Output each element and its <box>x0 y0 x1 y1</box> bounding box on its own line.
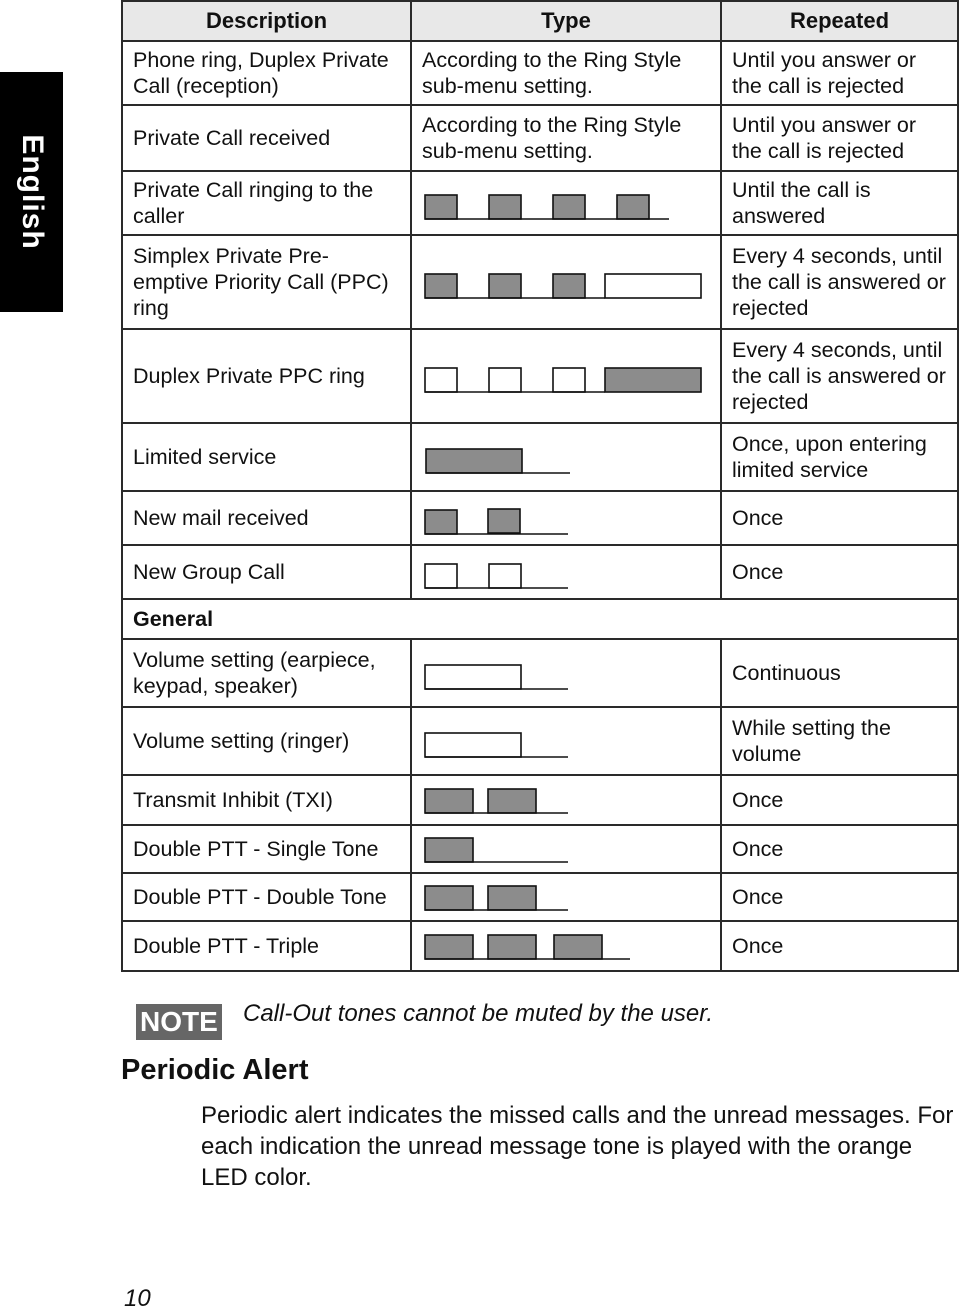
row-description: Phone ring, Duplex Private Call (recepti… <box>121 40 412 106</box>
row-type-text: According to the Ring Style sub-menu set… <box>410 40 722 106</box>
row-repeated: Continuous <box>720 638 959 708</box>
table-row: Volume setting (earpiece, keypad, speake… <box>121 638 959 708</box>
table-header-row: Description Type Repeated <box>121 0 959 42</box>
note: NOTE <box>136 1004 222 1040</box>
row-tone-pattern <box>410 706 722 776</box>
row-description: Transmit Inhibit (TXI) <box>121 774 412 826</box>
row-tone-pattern <box>410 544 722 600</box>
note-badge: NOTE <box>136 1004 222 1040</box>
row-repeated: While setting the volume <box>720 706 959 776</box>
section-heading: Periodic Alert <box>121 1054 309 1086</box>
language-tab-label: English <box>15 134 49 250</box>
tone-pattern-icon <box>424 934 630 960</box>
row-repeated: Every 4 seconds, until the call is answe… <box>720 328 959 424</box>
tones-table: Description Type Repeated Phone ring, Du… <box>121 0 959 972</box>
row-description: New mail received <box>121 490 412 546</box>
row-tone-pattern <box>410 170 722 236</box>
table-row: Phone ring, Duplex Private Call (recepti… <box>121 40 959 106</box>
row-description: Duplex Private PPC ring <box>121 328 412 424</box>
tone-pattern-icon <box>424 788 568 814</box>
row-description: Volume setting (ringer) <box>121 706 412 776</box>
row-tone-pattern <box>410 824 722 874</box>
section-paragraph: Periodic alert indicates the missed call… <box>201 1102 954 1191</box>
row-tone-pattern <box>410 328 722 424</box>
tone-pattern-icon <box>424 508 568 535</box>
tone-pattern-icon <box>424 367 702 393</box>
row-tone-pattern <box>410 234 722 330</box>
table-row: Duplex Private PPC ring Every 4 seconds,… <box>121 328 959 424</box>
table-row: New Group Call Once <box>121 544 959 600</box>
table-row: Private Call received According to the R… <box>121 104 959 172</box>
row-description: Double PTT - Triple <box>121 920 412 972</box>
table-row: New mail received Once <box>121 490 959 546</box>
row-description: New Group Call <box>121 544 412 600</box>
row-description: Private Call received <box>121 104 412 172</box>
row-tone-pattern <box>410 490 722 546</box>
row-type-text: According to the Ring Style sub-menu set… <box>410 104 722 172</box>
row-description: Double PTT - Single Tone <box>121 824 412 874</box>
row-repeated: Once, upon entering limited service <box>720 422 959 492</box>
tone-pattern-icon <box>424 273 702 299</box>
tone-pattern-icon <box>424 732 568 758</box>
row-repeated: Until you answer or the call is rejected <box>720 104 959 172</box>
header-type: Type <box>410 0 722 42</box>
table-row: Simplex Private Pre-emptive Priority Cal… <box>121 234 959 330</box>
row-tone-pattern <box>410 774 722 826</box>
table-row: Double PTT - Single Tone Once <box>121 824 959 874</box>
tone-pattern-icon <box>424 563 568 589</box>
row-description: Limited service <box>121 422 412 492</box>
language-tab: English <box>0 72 63 312</box>
header-description: Description <box>121 0 412 42</box>
tone-pattern-icon <box>424 885 568 911</box>
tone-pattern-icon <box>424 194 669 220</box>
row-description: Simplex Private Pre-emptive Priority Cal… <box>121 234 412 330</box>
section-general-row: General <box>121 598 959 639</box>
row-repeated: Once <box>720 824 959 874</box>
note-text: Call-Out tones cannot be muted by the us… <box>243 1000 714 1027</box>
row-description: Volume setting (earpiece, keypad, speake… <box>121 638 412 708</box>
row-repeated: Every 4 seconds, until the call is answe… <box>720 234 959 330</box>
row-repeated: Once <box>720 490 959 546</box>
header-repeated: Repeated <box>720 0 959 42</box>
row-repeated: Once <box>720 774 959 826</box>
table-row: Private Call ringing to the caller Until… <box>121 170 959 236</box>
table-row: Transmit Inhibit (TXI) Once <box>121 774 959 826</box>
tone-pattern-icon <box>424 664 568 690</box>
row-repeated: Once <box>720 872 959 922</box>
tone-pattern-icon <box>424 837 568 863</box>
row-tone-pattern <box>410 920 722 972</box>
tone-pattern-icon <box>425 448 570 474</box>
row-repeated: Once <box>720 920 959 972</box>
row-tone-pattern <box>410 872 722 922</box>
row-description: Private Call ringing to the caller <box>121 170 412 236</box>
section-general-title: General <box>121 598 959 639</box>
row-tone-pattern <box>410 422 722 492</box>
table-row: Limited service Once, upon entering limi… <box>121 422 959 492</box>
table-row: Volume setting (ringer) While setting th… <box>121 706 959 776</box>
table-row: Double PTT - Double Tone Once <box>121 872 959 922</box>
page-number: 10 <box>124 1285 151 1312</box>
row-repeated: Once <box>720 544 959 600</box>
row-repeated: Until the call is answered <box>720 170 959 236</box>
table-row: Double PTT - Triple Once <box>121 920 959 972</box>
row-description: Double PTT - Double Tone <box>121 872 412 922</box>
row-tone-pattern <box>410 638 722 708</box>
row-repeated: Until you answer or the call is rejected <box>720 40 959 106</box>
